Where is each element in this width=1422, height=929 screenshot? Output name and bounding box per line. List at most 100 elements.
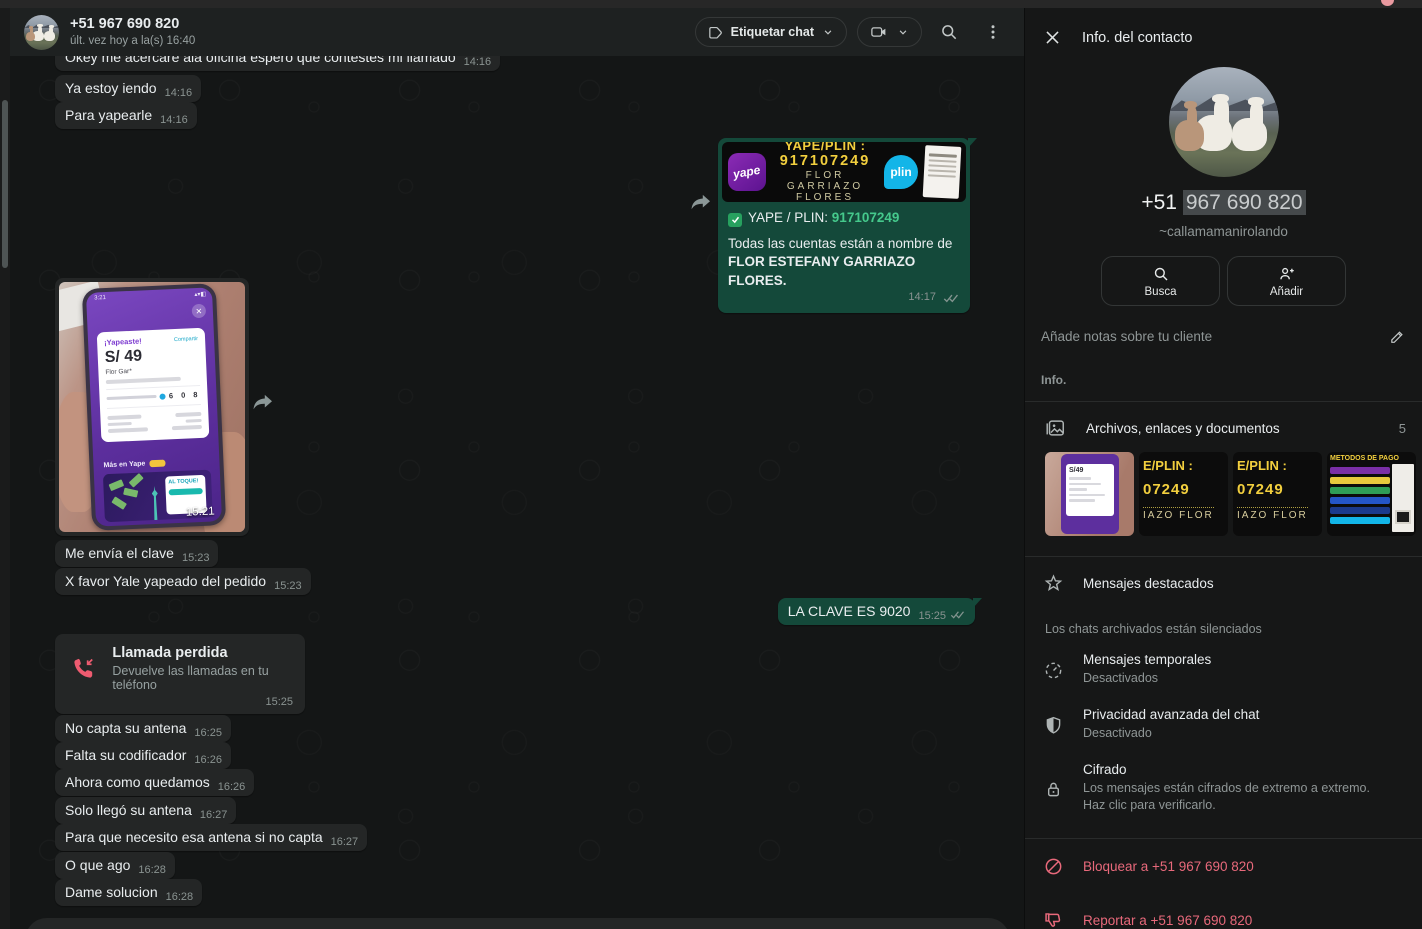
forward-message-icon[interactable] <box>690 194 712 217</box>
payee-name: Flor Gar* <box>105 365 199 376</box>
message-time: 16:27 <box>331 836 359 848</box>
message-text: Ahora como quedamos <box>65 774 210 790</box>
media-files-icon <box>1043 417 1067 439</box>
disappearing-messages-row[interactable]: Mensajes temporales Desactivados <box>1025 640 1422 695</box>
al-toque-label: AL TOQUE! <box>168 478 202 486</box>
message-text: Dame solucion <box>65 884 158 900</box>
media-section-label: Archivos, enlaces y documentos <box>1086 421 1380 436</box>
search-button-label: Busca <box>1145 286 1177 298</box>
video-call-button[interactable] <box>857 17 922 47</box>
message-time: 16:26 <box>218 781 246 793</box>
pencil-icon[interactable] <box>1389 328 1406 345</box>
message-text: No capta su antena <box>65 720 186 736</box>
report-contact-row[interactable]: Reportar a +51 967 690 820 <box>1025 893 1422 929</box>
message-incoming[interactable]: Me envía el clave15:23 <box>55 540 218 567</box>
message-incoming[interactable]: O que ago 16:28 <box>55 852 175 879</box>
contact-info-panel: Info. del contacto +51 967 690 820 ~call… <box>1024 8 1422 929</box>
timer-icon <box>1043 655 1064 687</box>
row-subtitle: Desactivado <box>1083 725 1259 742</box>
chat-list-scrollbar[interactable] <box>2 100 8 268</box>
contact-phone-number[interactable]: +51 967 690 820 <box>1025 191 1422 215</box>
block-icon <box>1043 856 1064 877</box>
message-text: O que ago <box>65 857 130 873</box>
starred-messages-row[interactable]: Mensajes destacados <box>1025 557 1422 608</box>
yape-receipt-photo[interactable]: 3:21▴▾◧ ✕ ¡Yapeaste! Compartir S/ 49 Flo… <box>59 282 245 532</box>
statue-illustration <box>149 486 160 520</box>
message-incoming[interactable]: Para yapearle14:16 <box>55 102 197 129</box>
block-contact-row[interactable]: Bloquear a +51 967 690 820 <box>1025 839 1422 893</box>
yape-image-name: FLOR GARRIAZO FLORES <box>770 170 880 202</box>
yape-plin-card-message[interactable]: yape YAPE/PLIN : 917107249 FLOR GARRIAZO… <box>718 138 970 313</box>
message-time: 15:23 <box>182 552 210 564</box>
check-emoji <box>728 213 742 227</box>
lock-icon <box>1043 765 1064 814</box>
window-top-strip <box>0 0 1422 8</box>
encryption-row[interactable]: Cifrado Los mensajes están cifrados de e… <box>1025 750 1422 822</box>
message-text: LA CLAVE ES 9020 <box>788 603 911 619</box>
chevron-down-icon <box>896 25 910 39</box>
contact-meta[interactable]: +51 967 690 820 últ. vez hoy a la(s) 16:… <box>70 16 195 48</box>
media-thumb-metodos[interactable]: METODOS DE PAGO <box>1327 452 1416 536</box>
shield-icon <box>1043 710 1064 742</box>
thumb-amount: S/49 <box>1069 467 1111 474</box>
search-icon <box>939 22 959 42</box>
yape-image-number: 917107249 <box>770 154 880 170</box>
add-contact-button[interactable]: Añadir <box>1227 256 1346 306</box>
archived-chats-note: Los chats archivados están silenciados <box>1025 608 1422 640</box>
media-thumbnails: S/49 E/PLIN : 07249 IAZO FLOR E/PLIN : 0… <box>1025 449 1422 550</box>
client-notes-field[interactable]: Añade notas sobre tu cliente <box>1041 329 1389 344</box>
message-time: 14:17 <box>908 291 936 303</box>
search-in-chat-button[interactable] <box>932 15 966 49</box>
message-outgoing[interactable]: LA CLAVE ES 9020 15:25 <box>778 598 975 625</box>
chat-list-edge <box>0 8 10 929</box>
message-incoming[interactable]: No capta su antena16:25 <box>55 715 231 742</box>
message-time: 16:28 <box>138 864 166 876</box>
security-code: 6 0 8 <box>169 390 201 400</box>
share-label: Compartir <box>174 336 198 343</box>
media-thumb-yape1[interactable]: E/PLIN : 07249 IAZO FLOR <box>1139 452 1228 536</box>
double-check-icon <box>943 292 960 309</box>
yape-line-number[interactable]: 917107249 <box>832 210 900 225</box>
message-text: X favor Yale yapeado del pedido <box>65 573 266 589</box>
message-incoming[interactable]: Ahora como quedamos 16:26 <box>55 769 254 796</box>
message-time: 15:25 <box>918 610 946 622</box>
search-contact-button[interactable]: Busca <box>1101 256 1220 306</box>
forward-message-icon[interactable] <box>252 394 274 417</box>
advanced-chat-privacy-row[interactable]: Privacidad avanzada del chat Desactivado <box>1025 695 1422 750</box>
missed-call-card[interactable]: Llamada perdida Devuelve las llamadas en… <box>55 634 305 714</box>
media-thumb-photo[interactable]: S/49 <box>1045 452 1134 536</box>
message-incoming[interactable]: X favor Yale yapeado del pedido 15:23 <box>55 568 311 595</box>
kebab-menu-icon <box>984 22 1002 42</box>
message-incoming[interactable]: Para que necesito esa antena si no capta… <box>55 824 367 851</box>
star-icon <box>1043 573 1064 594</box>
chevron-down-icon <box>821 25 835 39</box>
message-incoming[interactable]: Ya estoy iendo14:16 <box>55 75 201 102</box>
message-time: 14:16 <box>160 114 188 126</box>
message-incoming[interactable]: Dame solucion16:28 <box>55 879 202 906</box>
media-count: 5 <box>1399 421 1406 436</box>
contact-name[interactable]: +51 967 690 820 <box>70 16 195 33</box>
payment-amount: S/ 49 <box>104 345 199 367</box>
missed-call-subtitle: Devuelve las llamadas en tu teléfono <box>112 664 293 692</box>
phone-close-icon: ✕ <box>192 304 207 319</box>
media-links-docs-row[interactable]: Archivos, enlaces y documentos 5 <box>1025 402 1422 449</box>
message-time: 15:23 <box>274 580 302 592</box>
message-input-bar[interactable] <box>25 918 1010 929</box>
row-title: Cifrado <box>1083 762 1393 777</box>
message-incoming[interactable]: Falta su codificador16:26 <box>55 742 231 769</box>
contact-profile-photo[interactable] <box>1169 67 1279 177</box>
media-thumb-yape2[interactable]: E/PLIN : 07249 IAZO FLOR <box>1233 452 1322 536</box>
photo-message[interactable]: 3:21▴▾◧ ✕ ¡Yapeaste! Compartir S/ 49 Flo… <box>55 278 249 536</box>
chat-menu-button[interactable] <box>976 15 1010 49</box>
message-incoming[interactable]: Solo llegó su antena16:27 <box>55 797 236 824</box>
chat-message-area[interactable]: Okey me acercare ala oficina espero que … <box>10 56 1024 929</box>
person-add-icon <box>1277 265 1297 283</box>
close-icon[interactable] <box>1043 28 1062 47</box>
contact-avatar[interactable] <box>24 15 59 50</box>
message-text: Ya estoy iendo <box>65 80 157 96</box>
label-chat-button[interactable]: Etiquetar chat <box>695 17 847 47</box>
message-time: 15:21 <box>186 505 215 518</box>
yape-plin-image[interactable]: yape YAPE/PLIN : 917107249 FLOR GARRIAZO… <box>722 142 966 202</box>
message-text: Para que necesito esa antena si no capta <box>65 829 323 845</box>
chat-column: +51 967 690 820 últ. vez hoy a la(s) 16:… <box>10 8 1024 929</box>
